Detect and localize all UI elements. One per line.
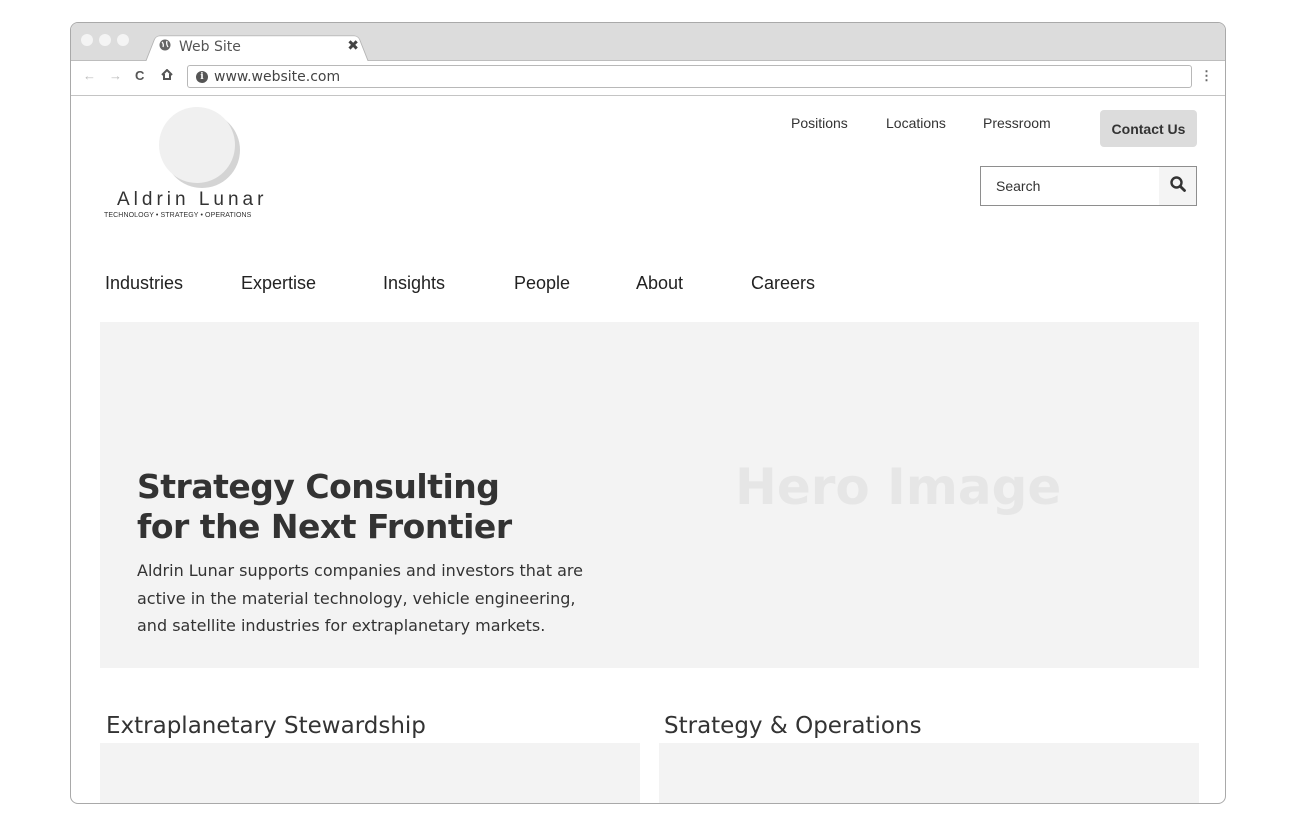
info-icon[interactable]: i — [196, 70, 208, 83]
maximize-window-dot[interactable] — [117, 34, 129, 46]
logo-tagline: TECHNOLOGY • STRATEGY • OPERATIONS — [104, 212, 252, 219]
nav-expertise[interactable]: Expertise — [241, 273, 316, 294]
browser-tab[interactable]: Web Site ✖ — [155, 33, 365, 60]
nav-pressroom[interactable]: Pressroom — [983, 115, 1051, 131]
contact-us-button[interactable]: Contact Us — [1100, 110, 1197, 147]
window-controls — [81, 34, 129, 46]
section-title-strategy: Strategy & Operations — [664, 713, 922, 739]
tab-bar: Web Site ✖ — [71, 23, 1225, 62]
hero-banner: Strategy Consulting for the Next Frontie… — [100, 322, 1199, 668]
address-bar-row: ← → C i www.website.com ⋮ — [71, 61, 1225, 96]
logo-moon-icon[interactable] — [159, 107, 235, 183]
hero-image-placeholder: Hero Image — [735, 458, 1062, 516]
web-page: Aldrin Lunar TECHNOLOGY • STRATEGY • OPE… — [71, 96, 1225, 803]
nav-people[interactable]: People — [514, 273, 570, 294]
url-text: www.website.com — [214, 68, 341, 85]
home-icon[interactable] — [161, 68, 173, 83]
minimize-window-dot[interactable] — [99, 34, 111, 46]
logo-name[interactable]: Aldrin Lunar — [117, 189, 267, 211]
nav-insights[interactable]: Insights — [383, 273, 445, 294]
browser-window: Web Site ✖ ← → C i www.website.com ⋮ Ald… — [70, 22, 1226, 804]
nav-industries[interactable]: Industries — [105, 273, 183, 294]
nav-positions[interactable]: Positions — [791, 115, 848, 131]
forward-icon[interactable]: → — [109, 68, 122, 83]
reload-icon[interactable]: C — [135, 68, 144, 83]
nav-careers[interactable]: Careers — [751, 273, 815, 294]
search-box — [980, 166, 1197, 206]
search-button[interactable] — [1159, 167, 1196, 205]
hero-description: Aldrin Lunar supports companies and inve… — [137, 561, 583, 635]
hero-title: Strategy Consulting for the Next Frontie… — [137, 467, 512, 546]
search-icon — [1169, 175, 1186, 197]
nav-locations[interactable]: Locations — [886, 115, 946, 131]
url-bar[interactable]: i www.website.com — [187, 65, 1192, 88]
stewardship-card[interactable] — [100, 743, 640, 803]
section-title-stewardship: Extraplanetary Stewardship — [106, 713, 426, 739]
tab-title: Web Site — [179, 38, 241, 55]
back-icon[interactable]: ← — [83, 68, 96, 83]
strategy-card[interactable] — [659, 743, 1199, 803]
nav-about[interactable]: About — [636, 273, 683, 294]
search-input[interactable] — [981, 167, 1159, 205]
close-tab-icon[interactable]: ✖ — [347, 38, 359, 54]
close-window-dot[interactable] — [81, 34, 93, 46]
menu-icon[interactable]: ⋮ — [1200, 68, 1213, 84]
globe-icon — [159, 39, 171, 54]
